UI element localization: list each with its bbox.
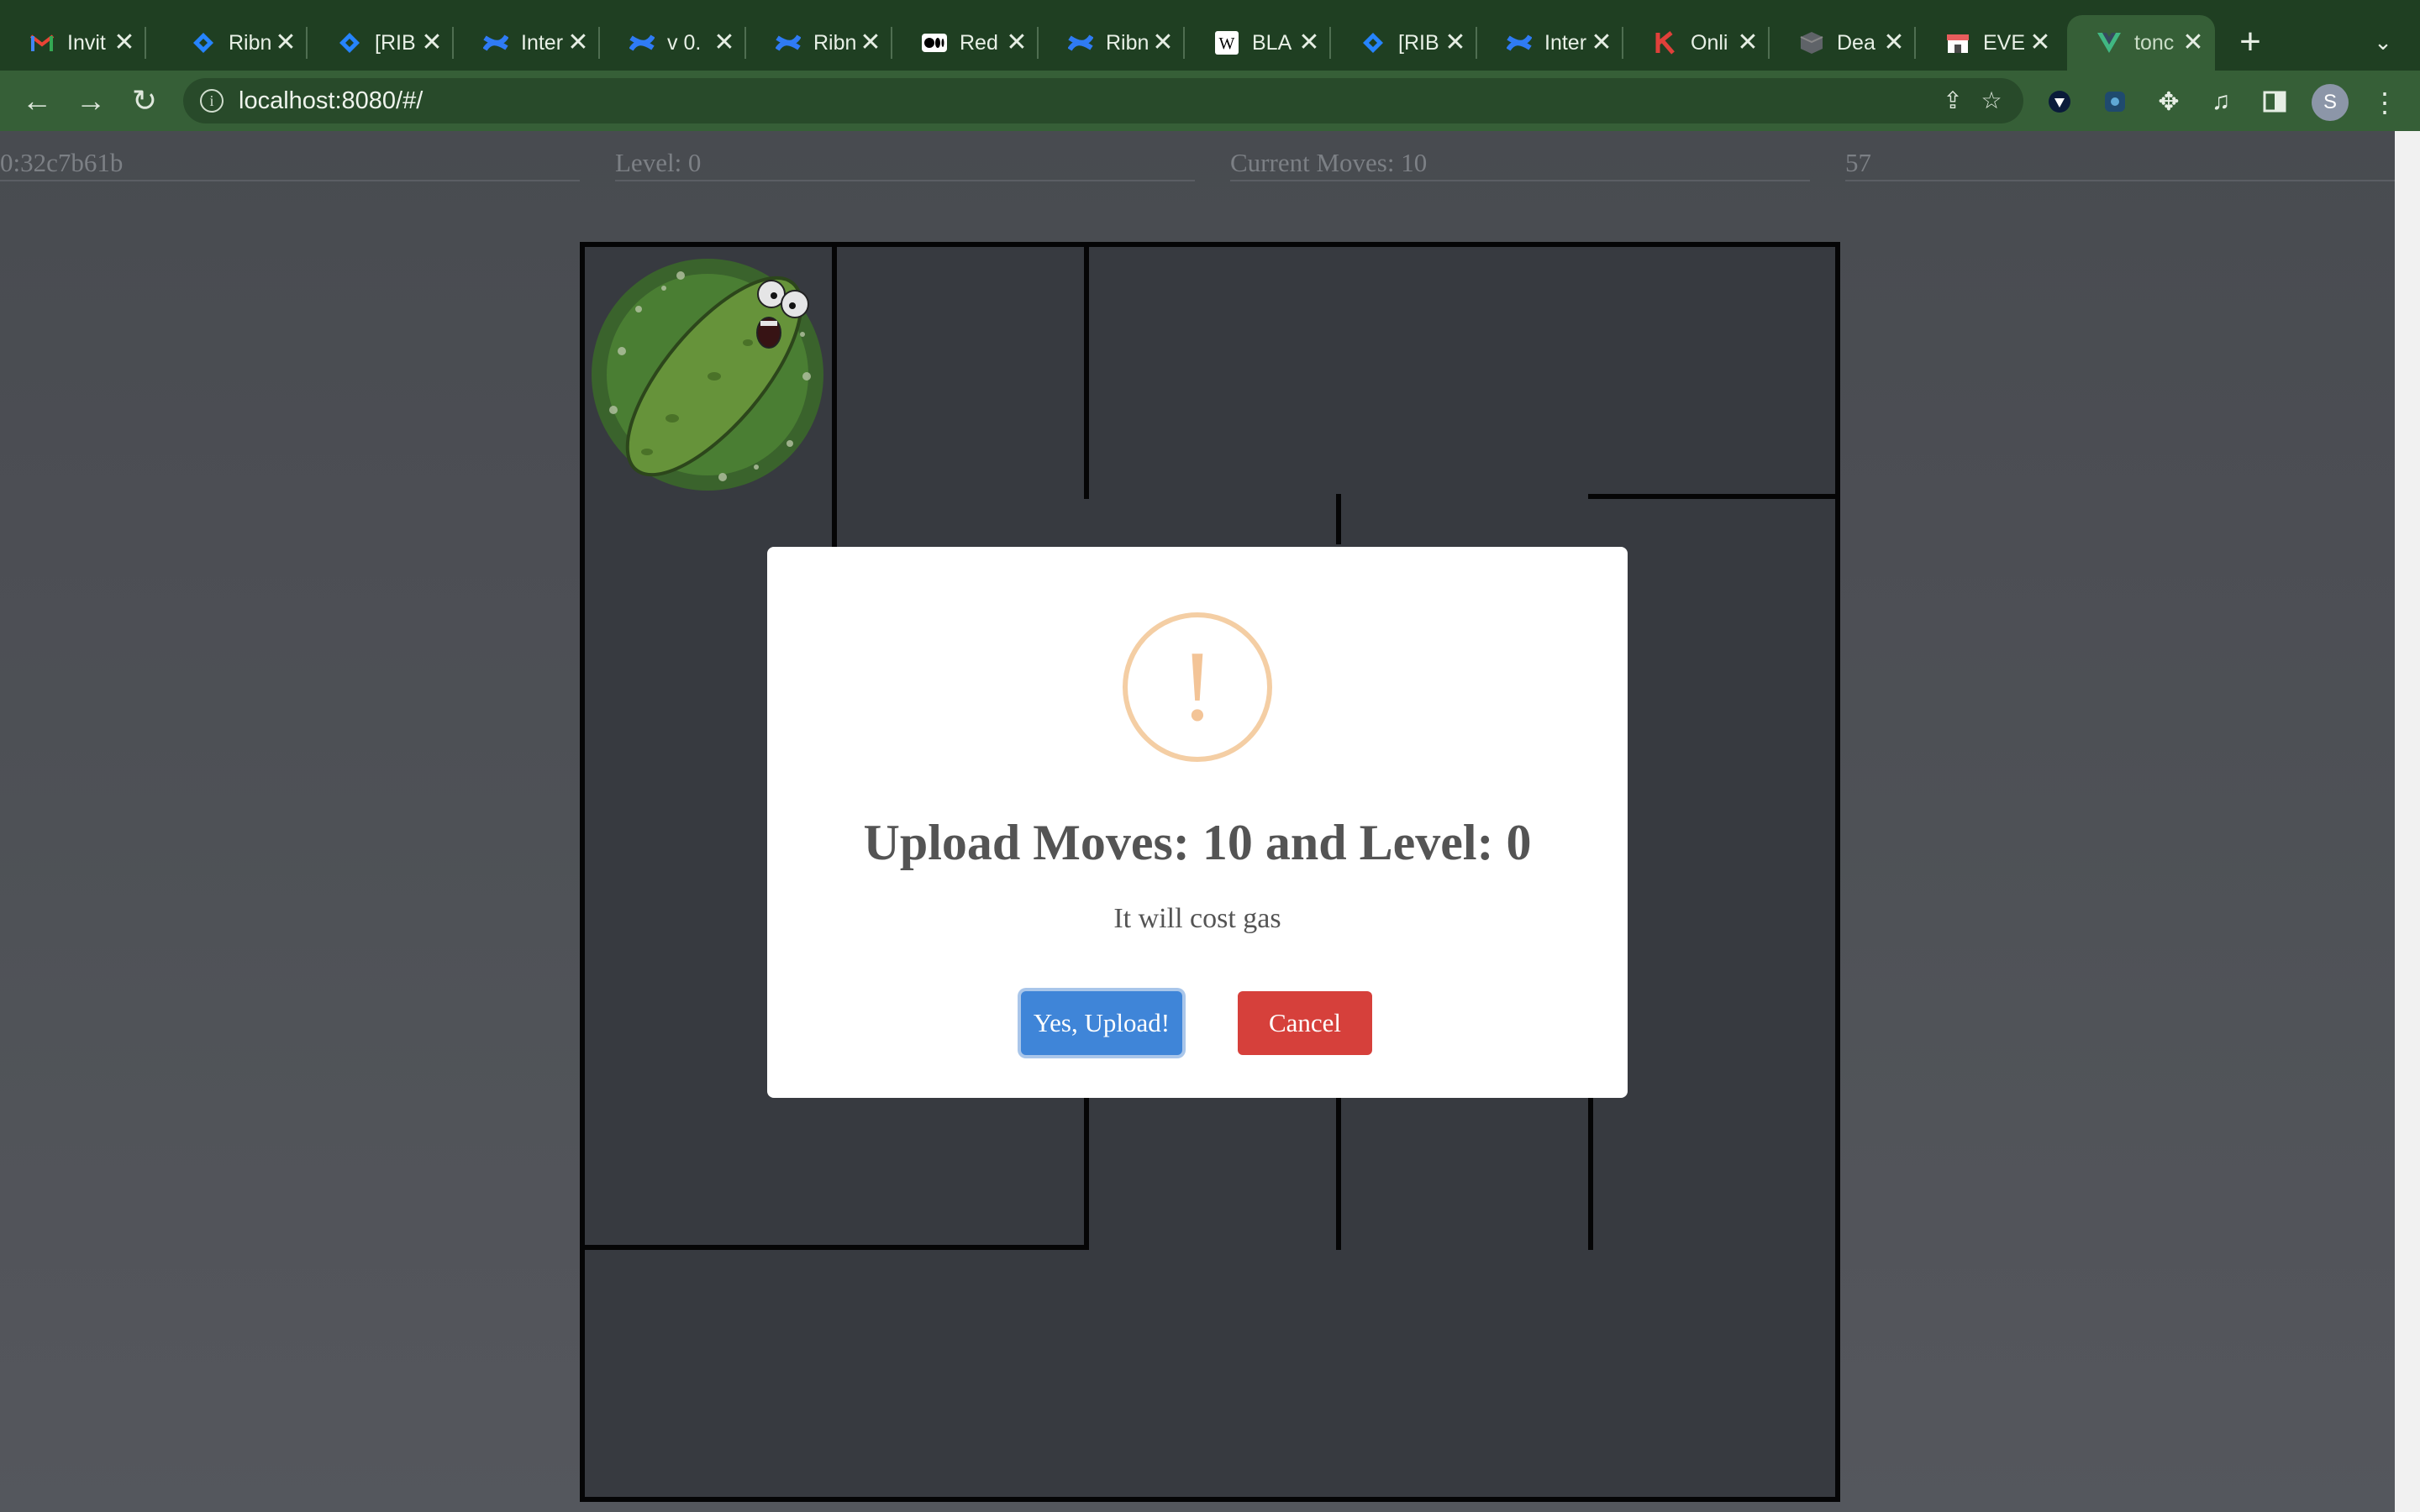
extensions-puzzle-icon[interactable]: ✥ [2153,86,2185,118]
close-tab-icon[interactable]: ✕ [418,29,445,56]
medium-icon [921,29,948,56]
tab-title: [RIB [1398,30,1439,55]
svg-text:W: W [1219,34,1235,53]
bookmark-star-icon[interactable]: ☆ [1978,87,2005,114]
tab-title: Invit [67,30,106,55]
dialog-text: It will cost gas [1113,903,1281,934]
cancel-button[interactable]: Cancel [1238,991,1372,1055]
extension-icon-2[interactable] [2099,86,2131,118]
extension-icon-1[interactable] [2044,86,2075,118]
close-tab-icon[interactable]: ✕ [1881,29,1907,56]
tab-title: tonc [2134,30,2175,55]
address-bar[interactable]: i localhost:8080/#/ ⇪ ☆ [183,78,2023,123]
dialog-title: Upload Moves: 10 and Level: 0 [863,815,1532,870]
tab-2[interactable]: Ribn ✕ [161,15,308,71]
jira-icon [190,29,217,56]
url-text[interactable]: localhost:8080/#/ [239,87,423,115]
media-control-icon[interactable]: ♫ [2205,86,2237,118]
tab-title: Onli [1691,30,1728,55]
tab-10[interactable]: [RIB ✕ [1331,15,1477,71]
confluence-icon [775,29,802,56]
page-scrollbar[interactable] [2395,131,2420,1512]
close-tab-icon[interactable]: ✕ [2180,29,2207,56]
tab-8[interactable]: Ribn ✕ [1039,15,1185,71]
close-tab-icon[interactable]: ✕ [857,29,884,56]
tab-title: Ribn [229,30,272,55]
confluence-icon [1067,29,1094,56]
close-tab-icon[interactable]: ✕ [1296,29,1323,56]
close-tab-icon[interactable]: ✕ [1588,29,1615,56]
confluence-icon [1506,29,1533,56]
jira-icon [1360,29,1386,56]
tab-title: [RIB [375,30,416,55]
upload-confirm-dialog: ! Upload Moves: 10 and Level: 0 It will … [767,547,1628,1098]
tab-7[interactable]: Red ✕ [892,15,1039,71]
new-tab-button[interactable]: + [2232,24,2269,60]
tab-title: Ribn [813,30,857,55]
gmail-icon [29,29,55,56]
close-tab-icon[interactable]: ✕ [711,29,738,56]
close-tab-icon[interactable]: ✕ [2027,29,2054,56]
close-tab-icon[interactable]: ✕ [1442,29,1469,56]
tab-13[interactable]: Dea ✕ [1770,15,1916,71]
jira-icon [336,29,363,56]
tab-title: BLA [1252,30,1292,55]
tab-search-chevron-icon[interactable]: ⌄ [2366,25,2400,59]
warning-icon: ! [1123,612,1272,762]
tab-separator [145,27,146,59]
close-tab-icon[interactable]: ✕ [272,29,299,56]
tab-title: v 0. [667,30,702,55]
tab-strip: Invit ✕ Ribn ✕ [RIB ✕ Inter ✕ v 0. ✕ Ribn ✕ Red ✕ Ribn… [0,0,2420,71]
tab-title: Inter [521,30,564,55]
tab-12[interactable]: Onli ✕ [1623,15,1770,71]
back-icon[interactable]: ← [18,82,55,119]
vue-icon [2096,29,2123,56]
tab-title: EVE [1983,30,2026,55]
confluence-icon [482,29,509,56]
tab-3[interactable]: [RIB ✕ [308,15,454,71]
profile-avatar[interactable]: S [2312,84,2349,121]
store-icon [1944,29,1971,56]
tab-15[interactable]: tonc ✕ [2067,15,2215,71]
close-tab-icon[interactable]: ✕ [1003,29,1030,56]
site-info-icon[interactable]: i [200,89,224,113]
tab-title: Dea [1837,30,1876,55]
close-tab-icon[interactable]: ✕ [1734,29,1761,56]
tab-11[interactable]: Inter ✕ [1477,15,1623,71]
tab-9[interactable]: W BLA ✕ [1185,15,1331,71]
tab-6[interactable]: Ribn ✕ [746,15,892,71]
share-icon[interactable]: ⇪ [1939,87,1966,114]
box-icon [1798,29,1825,56]
tab-5[interactable]: v 0. ✕ [600,15,746,71]
browser-menu-icon[interactable]: ⋮ [2370,84,2400,121]
confluence-icon [629,29,655,56]
tab-title: Ribn [1106,30,1150,55]
tab-title: Inter [1544,30,1587,55]
close-tab-icon[interactable]: ✕ [111,29,138,56]
tab-title: Red [960,30,998,55]
tab-1[interactable]: Invit ✕ [0,15,146,71]
tab-14[interactable]: EVE ✕ [1916,15,2062,71]
wikipedia-icon: W [1213,29,1240,56]
confirm-upload-button[interactable]: Yes, Upload! [1021,991,1182,1055]
side-panel-icon[interactable] [2259,86,2291,118]
tab-4[interactable]: Inter ✕ [454,15,600,71]
k-icon [1652,29,1679,56]
reload-icon[interactable]: ↻ [126,82,163,119]
forward-icon[interactable]: → [72,82,109,119]
close-tab-icon[interactable]: ✕ [1150,29,1176,56]
close-tab-icon[interactable]: ✕ [565,29,592,56]
